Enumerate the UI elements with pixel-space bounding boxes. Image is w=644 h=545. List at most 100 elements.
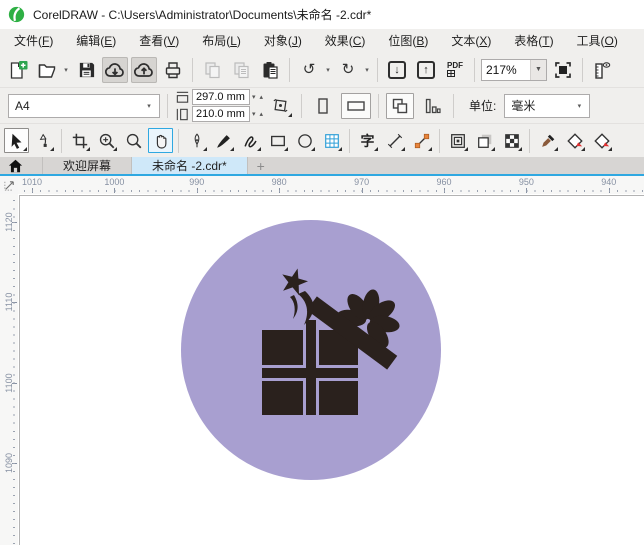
pan-tool[interactable] xyxy=(148,128,173,153)
connector-icon xyxy=(414,133,429,148)
save-to-cloud-button[interactable] xyxy=(131,56,157,83)
menu-item-7[interactable]: 位图(B) xyxy=(384,30,432,51)
menu-item-2[interactable]: 编辑(E) xyxy=(72,30,120,51)
toolbox-separator xyxy=(61,128,62,153)
menu-item-4[interactable]: 布局(L) xyxy=(198,30,245,51)
hand-icon xyxy=(156,134,166,149)
export-icon: ↑ xyxy=(417,60,435,79)
dimension-tool[interactable] xyxy=(382,128,407,153)
tab-document[interactable]: 未命名 -2.cdr* xyxy=(132,157,248,174)
open-from-cloud-button[interactable] xyxy=(102,56,128,83)
menu-item-9[interactable]: 表格(T) xyxy=(510,30,557,51)
crop-tool[interactable] xyxy=(67,128,92,153)
export-button[interactable]: ↑ xyxy=(413,57,439,83)
text-tool[interactable]: 字 xyxy=(355,128,380,153)
grid-table-icon xyxy=(324,133,339,148)
menu-item-1[interactable]: 文件(F) xyxy=(10,30,57,51)
menu-item-5[interactable]: 对象(J) xyxy=(260,30,306,51)
ruler-origin-button[interactable] xyxy=(0,176,18,194)
shape-tool[interactable] xyxy=(31,128,56,153)
toolbar-separator xyxy=(582,57,583,82)
artistic-media-tool[interactable] xyxy=(211,128,236,153)
menu-item-10[interactable]: 工具(O) xyxy=(573,30,622,51)
vruler-label: 1100 xyxy=(4,372,14,393)
import-button[interactable]: ↓ xyxy=(384,57,410,83)
page-size-select[interactable]: A4 ▾ xyxy=(8,93,160,118)
zoom-level-combo[interactable]: ▼ xyxy=(481,58,547,81)
save-button[interactable] xyxy=(73,57,99,83)
menu-item-3[interactable]: 查看(V) xyxy=(135,30,183,51)
ellipse-tool[interactable] xyxy=(292,128,317,153)
page-width-spinner[interactable]: ▾ ▴ xyxy=(252,93,264,101)
freehand-tool[interactable] xyxy=(238,128,263,153)
landscape-button[interactable] xyxy=(340,92,371,119)
cut-button xyxy=(199,57,225,83)
current-page-button[interactable] xyxy=(418,93,446,119)
new-document-tab-button[interactable]: + xyxy=(248,157,274,174)
graph-paper-tool[interactable] xyxy=(319,128,344,153)
pick-tool[interactable] xyxy=(4,128,29,153)
rectangle-tool[interactable] xyxy=(265,128,290,153)
print-button[interactable] xyxy=(160,57,186,83)
horizontal-ruler[interactable]: 1010 1000 990 980 970 960 950 940 xyxy=(18,176,644,194)
window-title: CorelDRAW - C:\Users\Administrator\Docum… xyxy=(33,8,372,22)
all-pages-button[interactable] xyxy=(385,92,414,119)
undo-dropdown-caret[interactable]: ▾ xyxy=(324,66,332,74)
pen-tool[interactable] xyxy=(184,128,209,153)
plus-icon: + xyxy=(256,157,265,174)
zoom-dropdown-button[interactable]: ▼ xyxy=(530,59,546,80)
nudge-offset-button[interactable] xyxy=(268,93,294,119)
menu-bar: 文件(F) 编辑(E) 查看(V) 布局(L) 对象(J) 效果(C) 位图(B) 文本(X)… xyxy=(0,29,644,52)
all-pages-icon xyxy=(392,98,408,113)
drawing-canvas[interactable] xyxy=(18,194,644,545)
publish-to-pdf-button[interactable]: PDF xyxy=(442,57,468,83)
undo-button[interactable]: ↺ xyxy=(296,57,322,83)
full-screen-preview-button[interactable] xyxy=(550,57,576,83)
hruler-label: 1000 xyxy=(104,177,125,187)
page-height-input[interactable] xyxy=(192,106,250,122)
save-icon xyxy=(79,62,94,78)
open-dropdown-caret[interactable]: ▾ xyxy=(62,66,70,74)
hruler-label: 990 xyxy=(189,177,205,187)
hruler-label: 970 xyxy=(354,177,370,187)
zoom-level-input[interactable] xyxy=(482,59,530,80)
tab-welcome-screen[interactable]: 欢迎屏幕 xyxy=(42,157,133,174)
cloud-download-icon xyxy=(104,62,124,77)
contour-icon xyxy=(450,133,465,148)
hruler-label: 960 xyxy=(436,177,452,187)
open-folder-icon xyxy=(38,63,56,78)
portrait-icon xyxy=(318,97,328,114)
ruler-origin-icon xyxy=(3,180,14,191)
landscape-icon xyxy=(347,100,365,111)
menu-item-6[interactable]: 效果(C) xyxy=(321,30,370,51)
paste-button[interactable] xyxy=(257,57,283,83)
connector-tool[interactable] xyxy=(409,128,434,153)
interactive-fill-tool[interactable] xyxy=(589,128,614,153)
new-document-button[interactable] xyxy=(5,57,31,83)
smart-fill-tool[interactable] xyxy=(562,128,587,153)
page-width-input[interactable] xyxy=(192,89,250,105)
show-rulers-button[interactable] xyxy=(589,57,615,83)
menu-item-8[interactable]: 文本(X) xyxy=(447,30,495,51)
paintbrush-icon xyxy=(216,134,230,148)
rectangle-icon xyxy=(270,135,285,146)
vertical-ruler[interactable]: 1120 1110 1100 1090 xyxy=(0,194,18,545)
transparency-tool[interactable] xyxy=(499,128,524,153)
redo-button[interactable]: ↻ xyxy=(335,57,361,83)
portrait-button[interactable] xyxy=(309,93,337,119)
tab-welcome-label: 欢迎屏幕 xyxy=(63,159,112,173)
eyedropper-tool[interactable] xyxy=(535,128,560,153)
open-button[interactable] xyxy=(34,57,60,83)
redo-dropdown-caret[interactable]: ▾ xyxy=(363,66,371,74)
zoom-out-tool[interactable] xyxy=(121,128,146,153)
page-height-spinner[interactable]: ▾ ▴ xyxy=(252,110,264,118)
contour-tool[interactable] xyxy=(445,128,470,153)
zoom-tool[interactable] xyxy=(94,128,119,153)
welcome-home-button[interactable] xyxy=(0,157,30,174)
toolbox-separator xyxy=(178,128,179,153)
gift-box-artwork[interactable] xyxy=(18,194,644,545)
page-height-icon xyxy=(176,108,188,120)
units-select[interactable]: 毫米 ▾ xyxy=(504,93,591,118)
toolbar-separator xyxy=(377,57,378,82)
drop-shadow-tool[interactable] xyxy=(472,128,497,153)
